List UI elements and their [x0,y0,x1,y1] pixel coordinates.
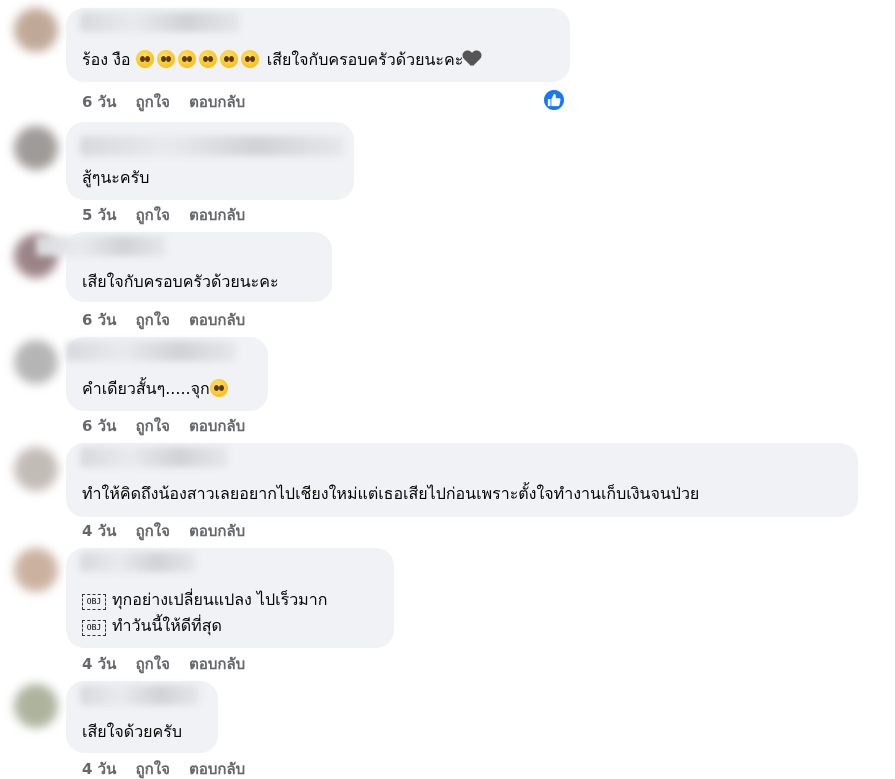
object-replacement-glyph: OBJ [82,620,106,636]
comment-text: ร้อง งือ เสียใจกับครอบครัวด้วยนะคะ [82,50,481,70]
like-button[interactable]: ถูกใจ [136,311,170,329]
comment-text-part: ร้อง งือ [82,50,131,69]
object-replacement-glyph: OBJ [82,594,106,610]
like-button[interactable]: ถูกใจ [136,417,170,435]
comment-meta: 4 วัน ถูกใจ ตอบกลับ [82,522,259,540]
comment-meta: 5 วัน ถูกใจ ตอบกลับ [82,206,259,224]
comment-text: ทำให้คิดถึงน้องสาวเลยอยากไปเชียงใหม่แต่เ… [82,484,700,503]
sad-face-emoji [209,379,228,397]
avatar[interactable] [14,548,58,592]
timestamp[interactable]: 5 วัน [82,206,116,224]
comment-bubble: ร้อง งือ เสียใจกับครอบครัวด้วยนะคะ [66,8,570,82]
comment-text: คำเดียวสั้นๆ.....จุก [82,379,231,399]
reply-button[interactable]: ตอบกลับ [189,311,245,329]
comment-bubble: สู้ๆนะครับ [66,122,354,200]
commenter-name-redacted[interactable] [80,136,344,156]
comment-meta: 4 วัน ถูกใจ ตอบกลับ [82,655,259,673]
comment-text-part: ทุกอย่างเปลี่ยนแปลง ไปเร็วมาก [112,590,328,609]
like-button[interactable]: ถูกใจ [136,655,170,673]
like-button[interactable]: ถูกใจ [136,522,170,540]
comment-text-line-2: OBJ ทำวันนี้ให้ดีที่สุด [82,616,222,636]
avatar[interactable] [14,447,58,491]
comment-meta: 6 วัน ถูกใจ ตอบกลับ [82,311,259,329]
comment-text-part: เสียใจกับครอบครัวด้วยนะคะ [266,50,464,69]
reply-button[interactable]: ตอบกลับ [189,417,245,435]
timestamp[interactable]: 6 วัน [82,311,116,329]
reply-button[interactable]: ตอบกลับ [189,522,245,540]
like-button[interactable]: ถูกใจ [136,760,170,778]
reply-button[interactable]: ตอบกลับ [189,206,245,224]
commenter-name-redacted[interactable] [66,341,236,361]
avatar[interactable] [14,684,58,728]
reply-button[interactable]: ตอบกลับ [189,93,245,111]
black-heart-emoji [463,51,481,67]
comment-bubble: เสียใจด้วยครับ [66,681,218,753]
comment-bubble: คำเดียวสั้นๆ.....จุก [66,337,268,411]
comment-text: เสียใจกับครอบครัวด้วยนะคะ [82,272,279,291]
timestamp[interactable]: 4 วัน [82,522,116,540]
comment-meta: 6 วัน ถูกใจ ตอบกลับ [82,417,259,435]
comment-text-part: คำเดียวสั้นๆ.....จุก [82,379,210,398]
comment-meta: 6 วัน ถูกใจ ตอบกลับ [82,93,259,111]
like-button[interactable]: ถูกใจ [136,206,170,224]
comment-text: สู้ๆนะครับ [82,168,150,187]
comment-bubble: เสียใจกับครอบครัวด้วยนะคะ [36,232,332,302]
comment-text: เสียใจด้วยครับ [82,722,182,741]
like-icon[interactable] [542,88,566,112]
commenter-name-redacted[interactable] [36,236,166,256]
comment-text-part: ทำวันนี้ให้ดีที่สุด [112,616,222,635]
comment-meta: 4 วัน ถูกใจ ตอบกลับ [82,760,259,778]
commenter-name-redacted[interactable] [80,12,240,32]
pleading-face-emoji [135,50,262,69]
comment-bubble: OBJ ทุกอย่างเปลี่ยนแปลง ไปเร็วมาก OBJ ทำวั… [66,548,394,648]
timestamp[interactable]: 6 วัน [82,417,116,435]
commenter-name-redacted[interactable] [80,685,200,705]
avatar[interactable] [14,126,58,170]
avatar[interactable] [14,8,58,52]
commenter-name-redacted[interactable] [80,447,228,467]
commenter-name-redacted[interactable] [80,552,196,572]
like-button[interactable]: ถูกใจ [136,93,170,111]
timestamp[interactable]: 4 วัน [82,760,116,778]
avatar[interactable] [14,340,58,384]
timestamp[interactable]: 6 วัน [82,93,116,111]
reply-button[interactable]: ตอบกลับ [189,760,245,778]
timestamp[interactable]: 4 วัน [82,655,116,673]
comment-text-line-1: OBJ ทุกอย่างเปลี่ยนแปลง ไปเร็วมาก [82,590,327,610]
comment-bubble: ทำให้คิดถึงน้องสาวเลยอยากไปเชียงใหม่แต่เ… [66,443,858,517]
reply-button[interactable]: ตอบกลับ [189,655,245,673]
